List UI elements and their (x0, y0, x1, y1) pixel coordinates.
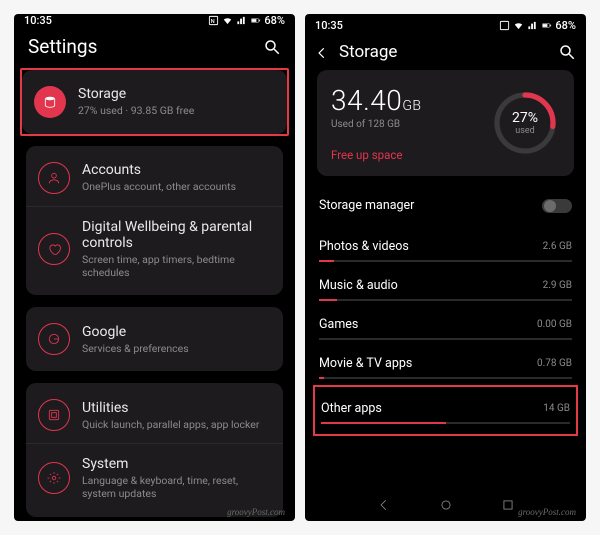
wifi-icon (513, 20, 524, 31)
status-right: 68% (499, 19, 576, 32)
nfc-icon: N (208, 15, 219, 26)
row-title: System (82, 456, 271, 472)
header: Settings (14, 27, 295, 68)
watermark: groovyPost.com (518, 507, 576, 517)
page-title: Settings (28, 35, 97, 58)
cat-size: 2.9 GB (543, 280, 572, 291)
highlight-storage: Storage 27% used · 93.85 GB free (20, 68, 289, 136)
bar-music (319, 299, 572, 301)
row-title: Storage (78, 86, 194, 102)
used-of: Used of 128 GB (331, 119, 490, 130)
cat-name: Games (319, 317, 358, 332)
clock: 10:35 (24, 14, 52, 27)
cat-name: Movie & TV apps (319, 356, 412, 371)
used-amount: 34.40GB (331, 84, 490, 117)
storage-icon (34, 86, 66, 118)
row-games[interactable]: Games 0.00 GB (319, 305, 572, 340)
row-movie[interactable]: Movie & TV apps 0.78 GB (319, 344, 572, 379)
page-title: Storage (339, 42, 558, 62)
system-icon (38, 462, 70, 494)
signal-icon (527, 20, 538, 31)
row-accounts[interactable]: Accounts OnePlus account, other accounts (26, 150, 283, 206)
search-icon[interactable] (558, 43, 576, 61)
row-utilities[interactable]: Utilities Quick launch, parallel apps, a… (26, 387, 283, 443)
battery-pct: 68% (264, 14, 285, 27)
search-icon[interactable] (263, 38, 281, 56)
free-up-space-link[interactable]: Free up space (331, 148, 490, 162)
status-bar: 10:35 N 68% (14, 14, 295, 27)
row-sub: 27% used · 93.85 GB free (78, 104, 194, 117)
row-sub: Quick launch, parallel apps, app locker (82, 418, 259, 431)
utilities-icon (38, 399, 70, 431)
cat-size: 14 GB (543, 403, 570, 414)
cat-size: 0.00 GB (537, 319, 572, 330)
bar-photos (319, 260, 572, 262)
nav-back-icon[interactable] (377, 497, 391, 516)
card-google: Google Services & preferences (26, 307, 283, 371)
card-accounts-wellbeing: Accounts OnePlus account, other accounts… (26, 146, 283, 295)
row-sub: Services & preferences (82, 342, 189, 355)
watermark: groovyPost.com (227, 507, 285, 517)
row-storage-manager[interactable]: Storage manager (305, 188, 586, 227)
battery-icon (541, 20, 552, 31)
row-title: Google (82, 324, 189, 340)
status-bar: 10:35 68% (305, 14, 586, 36)
row-other-apps[interactable]: Other apps 14 GB (321, 389, 570, 424)
cat-name: Other apps (321, 401, 382, 416)
card-utils-system: Utilities Quick launch, parallel apps, a… (26, 383, 283, 516)
cat-size: 2.6 GB (543, 241, 572, 252)
row-music[interactable]: Music & audio 2.9 GB (319, 266, 572, 301)
back-icon[interactable] (315, 45, 329, 59)
storage-summary: 34.40GB Used of 128 GB Free up space 27%… (317, 70, 574, 176)
used-value: 34.40 (331, 84, 402, 117)
svg-text:N: N (211, 19, 215, 25)
cat-name: Music & audio (319, 278, 398, 293)
status-right: N 68% (208, 14, 285, 27)
row-google[interactable]: Google Services & preferences (26, 311, 283, 367)
row-sub: Language & keyboard, time, reset, system… (82, 474, 271, 500)
storage-manager-label: Storage manager (319, 198, 414, 213)
wellbeing-icon (38, 233, 70, 265)
nav-home-icon[interactable] (439, 497, 453, 516)
ring-pct: 27% (512, 110, 538, 126)
row-sub: OnePlus account, other accounts (82, 180, 236, 193)
toggle-storage-manager[interactable] (542, 199, 572, 213)
battery-pct: 68% (555, 19, 576, 32)
ring-sub: used (515, 126, 534, 136)
header: Storage (305, 36, 586, 70)
bar-games (319, 338, 572, 340)
used-unit: GB (402, 98, 421, 114)
highlight-other-apps: Other apps 14 GB (313, 385, 578, 436)
signal-icon (236, 15, 247, 26)
battery-icon (250, 15, 261, 26)
cat-size: 0.78 GB (537, 358, 572, 369)
row-photos[interactable]: Photos & videos 2.6 GB (319, 227, 572, 262)
bar-movie (319, 377, 572, 379)
row-title: Utilities (82, 400, 259, 416)
category-list: Photos & videos 2.6 GB Music & audio 2.9 G… (305, 227, 586, 383)
clock: 10:35 (315, 19, 343, 32)
wifi-icon (222, 15, 233, 26)
phone-settings: 10:35 N 68% Settings (14, 14, 295, 521)
row-system[interactable]: System Language & keyboard, time, reset,… (26, 443, 283, 512)
nfc-icon (499, 20, 510, 31)
row-sub: Screen time, app timers, bedtime schedul… (82, 253, 271, 279)
nav-recent-icon[interactable] (501, 497, 515, 516)
phone-storage: 10:35 68% Storage 34.40GB Used of 128 GB… (305, 14, 586, 521)
google-icon (38, 323, 70, 355)
row-storage[interactable]: Storage 27% used · 93.85 GB free (22, 74, 287, 130)
accounts-icon (38, 162, 70, 194)
row-title: Digital Wellbeing & parental controls (82, 219, 271, 251)
cat-name: Photos & videos (319, 239, 409, 254)
row-wellbeing[interactable]: Digital Wellbeing & parental controls Sc… (26, 206, 283, 291)
bar-other (321, 422, 570, 424)
row-title: Accounts (82, 162, 236, 178)
usage-ring: 27% used (490, 88, 560, 158)
